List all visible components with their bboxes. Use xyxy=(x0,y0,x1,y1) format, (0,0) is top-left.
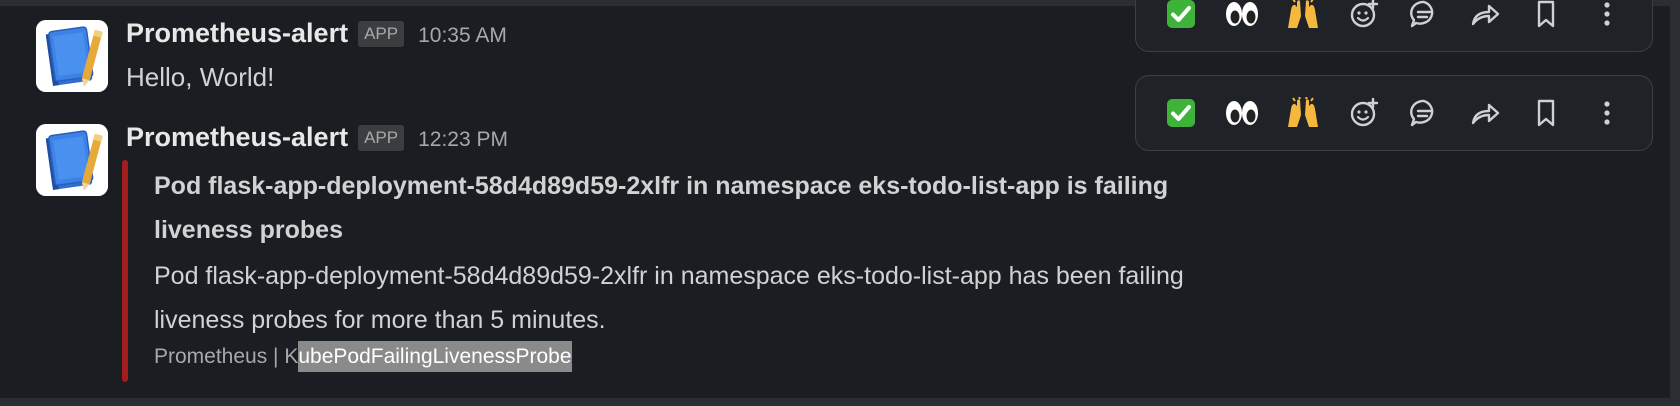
message-header: Prometheus-alert APP 10:35 AM xyxy=(126,18,507,50)
message-header: Prometheus-alert APP 12:23 PM xyxy=(126,122,508,154)
app-badge: APP xyxy=(358,21,405,47)
sender-name[interactable]: Prometheus-alert xyxy=(126,18,348,49)
app-badge: APP xyxy=(358,125,405,151)
attachment-title: Pod flask-app-deployment-58d4d89d59-2xlf… xyxy=(154,172,1169,244)
message-actions-toolbar xyxy=(1135,0,1653,52)
more-actions-icon[interactable] xyxy=(1586,0,1628,35)
message-timestamp[interactable]: 12:23 PM xyxy=(418,128,508,152)
reply-in-thread-icon[interactable] xyxy=(1403,92,1445,134)
slack-channel-view: Prometheus-alert APP 10:35 AM Hello, Wor… xyxy=(0,0,1680,406)
alert-attachment: Pod flask-app-deployment-58d4d89d59-2xlf… xyxy=(122,160,1222,382)
reply-in-thread-icon[interactable] xyxy=(1403,0,1445,35)
selected-text[interactable]: ubePodFailingLivenessProbe xyxy=(298,341,572,372)
share-icon[interactable] xyxy=(1464,92,1506,134)
eyes-icon[interactable] xyxy=(1221,0,1263,35)
add-reaction-icon[interactable] xyxy=(1343,0,1385,35)
white-check-mark-icon[interactable] xyxy=(1160,0,1202,35)
notebook-icon[interactable] xyxy=(36,20,108,92)
raised-hands-icon[interactable] xyxy=(1282,0,1324,35)
share-icon[interactable] xyxy=(1464,0,1506,35)
message-text: Hello, World! xyxy=(126,62,275,92)
scrollbar-track[interactable] xyxy=(1670,0,1680,406)
eyes-icon[interactable] xyxy=(1221,92,1263,134)
save-bookmark-icon[interactable] xyxy=(1525,92,1567,134)
attachment-body: Pod flask-app-deployment-58d4d89d59-2xlf… xyxy=(154,262,1184,334)
sender-name[interactable]: Prometheus-alert xyxy=(126,122,348,153)
raised-hands-icon[interactable] xyxy=(1282,92,1324,134)
attachment-footer-source: Prometheus | K xyxy=(154,345,299,368)
save-bookmark-icon[interactable] xyxy=(1525,0,1567,35)
white-check-mark-icon[interactable] xyxy=(1160,92,1202,134)
attachment-footer: Prometheus | KubePodFailingLivenessProbe xyxy=(154,341,572,372)
notebook-icon[interactable] xyxy=(36,124,108,196)
bottom-divider xyxy=(0,398,1680,406)
message-actions-toolbar xyxy=(1135,75,1653,151)
attachment-color-bar xyxy=(122,160,128,382)
message-timestamp[interactable]: 10:35 AM xyxy=(418,24,507,48)
add-reaction-icon[interactable] xyxy=(1343,92,1385,134)
more-actions-icon[interactable] xyxy=(1586,92,1628,134)
